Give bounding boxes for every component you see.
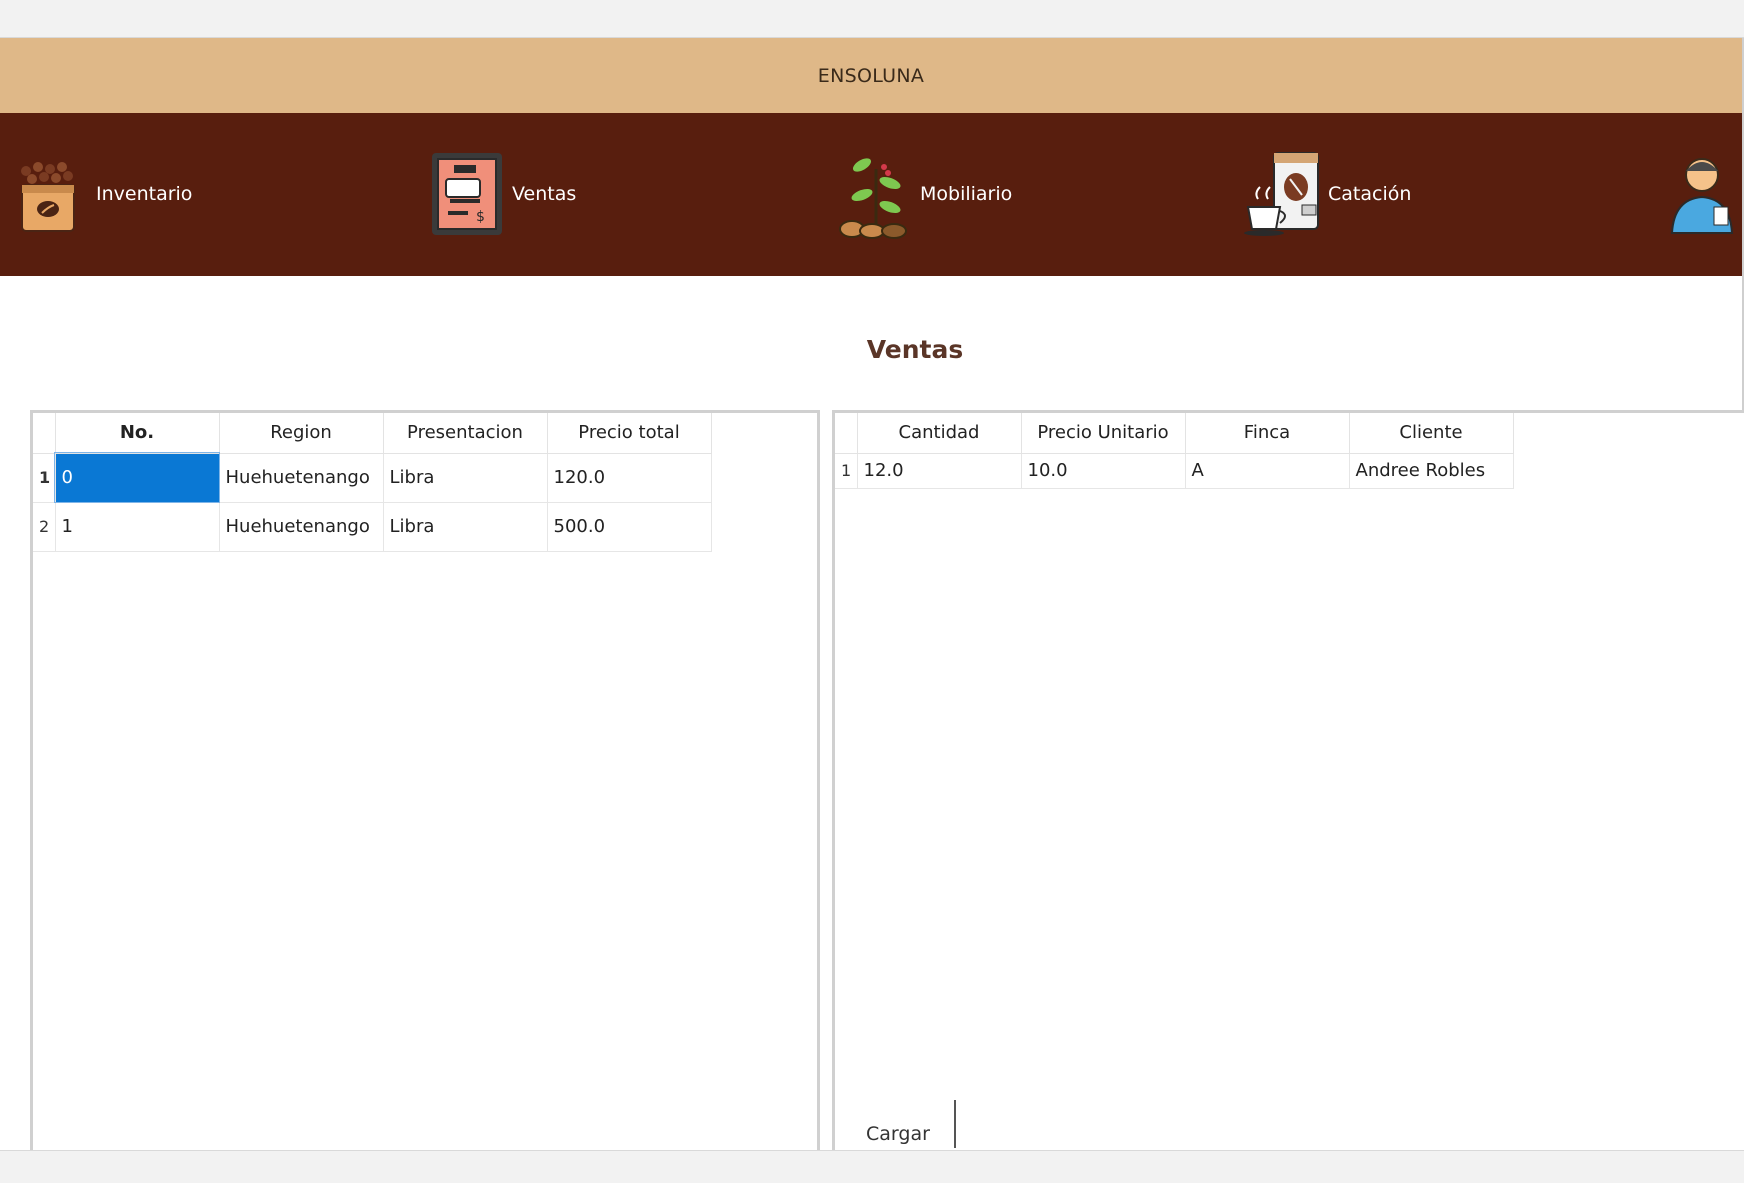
detalle-table-panel[interactable]: Cantidad Precio Unitario Finca Cliente 1… xyxy=(832,410,1744,1150)
app-title-bar: ENSOLUNA xyxy=(0,38,1742,113)
table-cell[interactable]: 120.0 xyxy=(547,453,712,503)
coffee-sack-icon xyxy=(8,149,92,239)
coffee-cup-icon xyxy=(1240,149,1324,239)
svg-text:$: $ xyxy=(476,209,485,225)
table-row[interactable]: 2 1 Huehuetenango Libra 500.0 xyxy=(33,502,712,552)
column-header-precio-unitario[interactable]: Precio Unitario xyxy=(1021,413,1186,454)
table-header-row: No. Region Presentacion Precio total xyxy=(33,413,712,454)
table-corner xyxy=(33,413,56,454)
table-cell[interactable]: Libra xyxy=(383,502,548,552)
page-title: Ventas xyxy=(866,335,964,364)
nav-label-catacion: Catación xyxy=(1328,183,1412,205)
table-cell[interactable]: 12.0 xyxy=(857,453,1022,489)
table-cell[interactable]: 10.0 xyxy=(1021,453,1186,489)
window-top-strip xyxy=(0,0,1744,38)
column-header-presentacion[interactable]: Presentacion xyxy=(383,413,548,454)
table-cell[interactable]: Libra xyxy=(383,453,548,503)
column-header-cliente[interactable]: Cliente xyxy=(1349,413,1514,454)
table-cell[interactable]: 500.0 xyxy=(547,502,712,552)
app-title: ENSOLUNA xyxy=(817,64,925,87)
table-cell[interactable]: 0 xyxy=(54,452,220,503)
nav-item-inventario[interactable]: Inventario xyxy=(8,149,192,239)
sales-sign-icon: $ xyxy=(424,149,508,239)
table-header-row: Cantidad Precio Unitario Finca Cliente xyxy=(835,413,1514,454)
table-corner xyxy=(835,413,858,454)
column-header-no[interactable]: No. xyxy=(55,413,220,454)
user-avatar-icon xyxy=(1660,149,1742,239)
row-number[interactable]: 1 xyxy=(33,453,56,503)
table-cell[interactable]: 1 xyxy=(55,502,220,552)
column-header-precio-total[interactable]: Precio total xyxy=(547,413,712,454)
table-cell[interactable]: Andree Robles xyxy=(1349,453,1514,489)
detalle-table[interactable]: Cantidad Precio Unitario Finca Cliente 1… xyxy=(835,413,1514,489)
column-header-finca[interactable]: Finca xyxy=(1185,413,1350,454)
ventas-table-panel[interactable]: No. Region Presentacion Precio total 1 0… xyxy=(30,410,820,1150)
coffee-plant-icon xyxy=(832,149,916,239)
nav-label-inventario: Inventario xyxy=(96,183,193,205)
nav-item-catacion[interactable]: Catación xyxy=(1240,149,1411,239)
cargar-button[interactable]: Cargar xyxy=(860,1100,956,1148)
nav-item-ventas[interactable]: $ Ventas xyxy=(424,149,576,239)
window-bottom-strip xyxy=(0,1150,1744,1183)
nav-label-mobiliario: Mobiliario xyxy=(920,183,1013,205)
table-row[interactable]: 1 0 Huehuetenango Libra 120.0 xyxy=(33,452,712,503)
row-number[interactable]: 2 xyxy=(33,502,56,552)
row-number[interactable]: 1 xyxy=(835,453,858,489)
nav-item-usuario[interactable] xyxy=(1660,149,1742,239)
main-nav-bar: Inventario $ Ventas Mobiliario Catación xyxy=(0,113,1742,276)
table-cell[interactable]: Huehuetenango xyxy=(219,502,384,552)
table-cell[interactable]: A xyxy=(1185,453,1350,489)
column-header-region[interactable]: Region xyxy=(219,413,384,454)
nav-label-ventas: Ventas xyxy=(512,183,577,205)
column-header-cantidad[interactable]: Cantidad xyxy=(857,413,1022,454)
table-row[interactable]: 1 12.0 10.0 A Andree Robles xyxy=(835,453,1514,489)
nav-item-mobiliario[interactable]: Mobiliario xyxy=(832,149,1012,239)
ventas-table[interactable]: No. Region Presentacion Precio total 1 0… xyxy=(33,413,712,552)
table-cell[interactable]: Huehuetenango xyxy=(219,453,384,503)
